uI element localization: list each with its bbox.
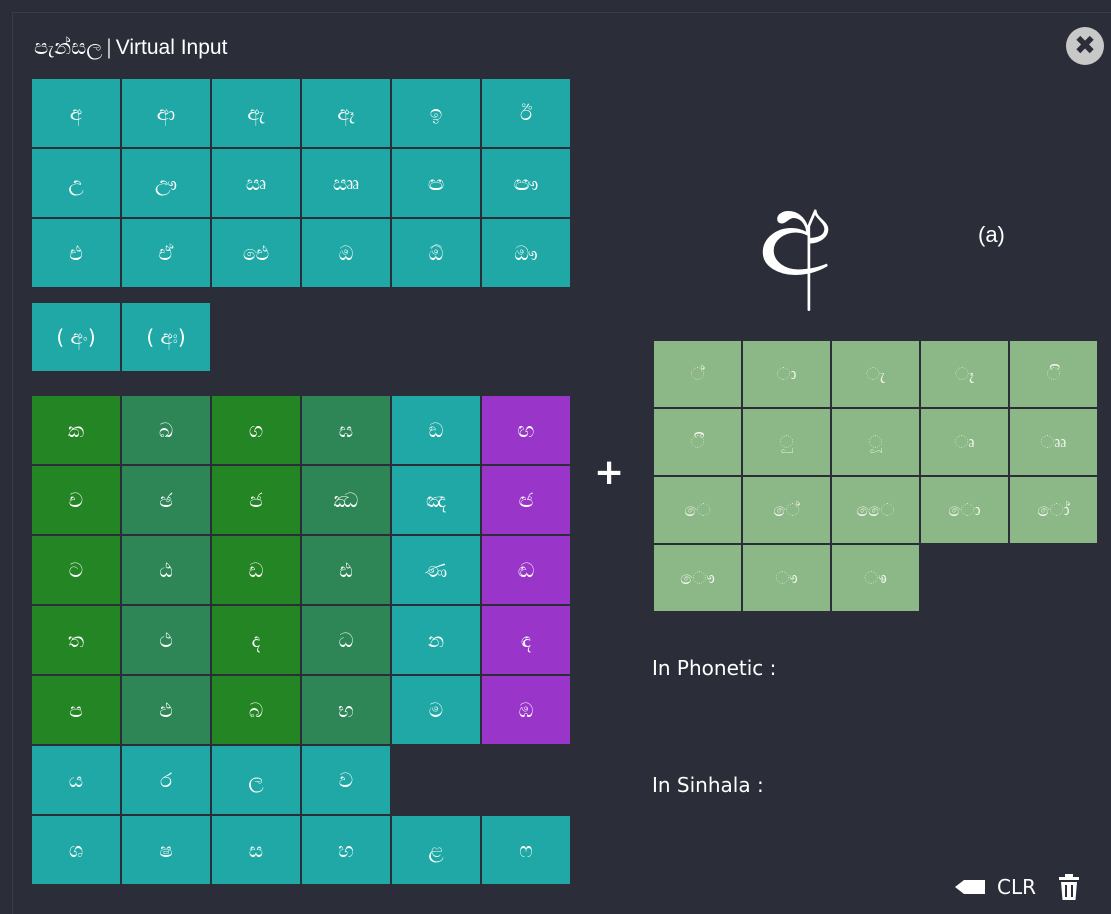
consonant-key[interactable]: බ — [212, 676, 300, 744]
diacritic-keys: ◌් ◌ා ◌ැ ◌ෑ ◌ි ◌ී ◌ු ◌ූ ◌ෘ ◌ෲ ◌ෙ ◌ේ ◌ෛ ◌ො ◌ෝ ◌ෞ ◌ෟ ◌ෳ — [653, 340, 1098, 612]
consonant-key[interactable]: ට — [32, 536, 120, 604]
diacritic-key[interactable]: ◌ේ — [742, 476, 831, 544]
diacritic-key[interactable]: ◌ෑ — [920, 340, 1009, 408]
diacritic-key[interactable]: ◌ූ — [831, 408, 920, 476]
empty-cell — [482, 746, 570, 814]
vowel-key[interactable]: එ — [32, 219, 120, 287]
vowel-key[interactable]: ඒ — [122, 219, 210, 287]
consonant-key[interactable]: ධ — [302, 606, 390, 674]
diacritic-key[interactable]: ◌ෝ — [1009, 476, 1098, 544]
in-sinhala-label: In Sinhala : — [652, 773, 764, 797]
consonant-key[interactable]: ම — [392, 676, 480, 744]
consonant-key[interactable]: ඞ — [392, 396, 480, 464]
vowel-key[interactable]: ඇ — [212, 79, 300, 147]
consonant-key[interactable]: ල — [212, 746, 300, 814]
vowel-key[interactable]: ඌ — [122, 149, 210, 217]
consonant-key[interactable]: ප — [32, 676, 120, 744]
diacritic-key[interactable]: ◌් — [653, 340, 742, 408]
consonant-key[interactable]: ග — [212, 396, 300, 464]
vowel-key[interactable]: උ — [32, 149, 120, 217]
preview-letter: අ — [758, 165, 832, 304]
consonant-key[interactable]: ඝ — [302, 396, 390, 464]
diacritic-key[interactable]: ◌ෞ — [653, 544, 742, 612]
modifier-key[interactable]: ( අඃ) — [122, 303, 210, 371]
consonant-key[interactable]: ය — [32, 746, 120, 814]
vowel-key[interactable]: ඏ — [392, 149, 480, 217]
vowel-key[interactable]: ඖ — [482, 219, 570, 287]
modifier-keys: ( අං)( අඃ) — [32, 303, 210, 371]
consonant-key[interactable]: ඤ — [392, 466, 480, 534]
consonant-key[interactable]: ඩ — [212, 536, 300, 604]
close-icon: ✖ — [1074, 31, 1096, 61]
consonant-key[interactable]: ඵ — [122, 676, 210, 744]
consonant-key[interactable]: ව — [302, 746, 390, 814]
consonant-key[interactable]: ස — [212, 816, 300, 884]
consonant-key[interactable]: ච — [32, 466, 120, 534]
consonant-key[interactable]: ක — [32, 396, 120, 464]
title-separator: | — [106, 36, 112, 59]
consonant-key[interactable]: න — [392, 606, 480, 674]
consonant-key[interactable]: ජ — [212, 466, 300, 534]
vowel-key[interactable]: ඉ — [392, 79, 480, 147]
empty-cell — [392, 746, 480, 814]
title-text: Virtual Input — [115, 36, 228, 59]
close-button[interactable]: ✖ — [1066, 27, 1104, 65]
diacritic-key[interactable]: ◌ි — [1009, 340, 1098, 408]
consonant-keys: කඛගඝඞඟ චඡජඣඤඦ ටඨඩඪණඬ තථදධනඳ පඵබභමඹ යරලව ශෂසහළෆ — [32, 396, 570, 884]
consonant-key[interactable]: ශ — [32, 816, 120, 884]
diacritic-key[interactable]: ◌ු — [742, 408, 831, 476]
vowel-key[interactable]: ඕ — [392, 219, 480, 287]
diacritic-key[interactable]: ◌ෟ — [742, 544, 831, 612]
consonant-key[interactable]: ඪ — [302, 536, 390, 604]
consonant-key[interactable]: ඦ — [482, 466, 570, 534]
vowel-key[interactable]: ඔ — [302, 219, 390, 287]
consonant-key[interactable]: ර — [122, 746, 210, 814]
consonant-key[interactable]: ඹ — [482, 676, 570, 744]
consonant-key[interactable]: ඳ — [482, 606, 570, 674]
consonant-key[interactable]: ඬ — [482, 536, 570, 604]
vowel-key[interactable]: ආ — [122, 79, 210, 147]
plus-sign: + — [594, 452, 625, 493]
diacritic-key[interactable]: ◌ෳ — [831, 544, 920, 612]
vowel-key[interactable]: ඈ — [302, 79, 390, 147]
diacritic-key[interactable]: ◌ො — [920, 476, 1009, 544]
vowel-key[interactable]: ඎ — [302, 149, 390, 217]
preview-phonetic: (a) — [978, 222, 1005, 247]
consonant-key[interactable]: ඨ — [122, 536, 210, 604]
consonant-key[interactable]: ඟ — [482, 396, 570, 464]
footer-toolbar: CLR — [955, 874, 1080, 900]
title-sinhala: පැන්සල — [34, 36, 103, 59]
consonant-key[interactable]: ළ — [392, 816, 480, 884]
consonant-key[interactable]: ඡ — [122, 466, 210, 534]
diacritic-key[interactable]: ◌ෛ — [831, 476, 920, 544]
modifier-key[interactable]: ( අං) — [32, 303, 120, 371]
consonant-key[interactable]: ණ — [392, 536, 480, 604]
consonant-key[interactable]: ඛ — [122, 396, 210, 464]
consonant-key[interactable]: ත — [32, 606, 120, 674]
vowel-key[interactable]: ඐ — [482, 149, 570, 217]
consonant-key[interactable]: ෂ — [122, 816, 210, 884]
diacritic-key[interactable]: ◌ැ — [831, 340, 920, 408]
diacritic-key[interactable]: ◌ෘ — [920, 408, 1009, 476]
diacritic-key[interactable]: ◌ෲ — [1009, 408, 1098, 476]
diacritic-key[interactable]: ◌ෙ — [653, 476, 742, 544]
consonant-key[interactable]: භ — [302, 676, 390, 744]
consonant-key[interactable]: ෆ — [482, 816, 570, 884]
vowel-key[interactable]: ඓ — [212, 219, 300, 287]
clr-button[interactable]: CLR — [997, 875, 1036, 899]
diacritic-key[interactable]: ◌ී — [653, 408, 742, 476]
consonant-key[interactable]: ඣ — [302, 466, 390, 534]
vowel-key[interactable]: ඊ — [482, 79, 570, 147]
window-title: පැන්සල | Virtual Input — [34, 36, 227, 60]
consonant-key[interactable]: ද — [212, 606, 300, 674]
vowel-key[interactable]: ඍ — [212, 149, 300, 217]
diacritic-key[interactable]: ◌ා — [742, 340, 831, 408]
trash-icon[interactable] — [1058, 874, 1080, 900]
in-phonetic-label: In Phonetic : — [652, 656, 777, 680]
consonant-key[interactable]: ථ — [122, 606, 210, 674]
vowel-keys: අආඇඈඉඊ උඌඍඎඏඐ එඒඓඔඕඖ — [32, 79, 570, 287]
vowel-key[interactable]: අ — [32, 79, 120, 147]
eraser-icon[interactable] — [955, 880, 985, 894]
consonant-key[interactable]: හ — [302, 816, 390, 884]
